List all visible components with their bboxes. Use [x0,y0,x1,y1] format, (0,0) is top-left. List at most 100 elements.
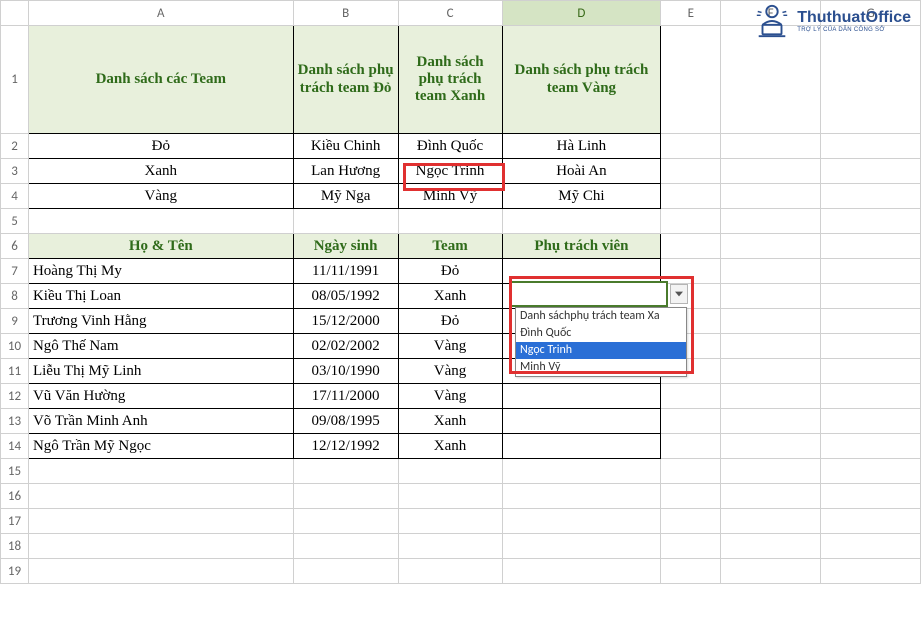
dropdown-option[interactable]: Danh sáchphụ trách team Xa [516,308,686,325]
row-header-13[interactable]: 13 [1,409,29,434]
cell-D3[interactable]: Hoài An [502,159,661,184]
cell-G17[interactable] [821,509,921,534]
cell-F15[interactable] [721,459,821,484]
cell-E15[interactable] [661,459,721,484]
cell-F9[interactable] [721,309,821,334]
cell-F14[interactable] [721,434,821,459]
cell-F3[interactable] [721,159,821,184]
cell-F7[interactable] [721,259,821,284]
cell-E18[interactable] [661,534,721,559]
cell-C17[interactable] [398,509,502,534]
cell-A6[interactable]: Họ & Tên [28,234,293,259]
cell-E19[interactable] [661,559,721,584]
cell-E14[interactable] [661,434,721,459]
cell-A2[interactable]: Đỏ [28,134,293,159]
row-header-17[interactable]: 17 [1,509,29,534]
cell-A18[interactable] [28,534,293,559]
cell-B16[interactable] [293,484,398,509]
cell-E5[interactable] [661,209,721,234]
cell-E4[interactable] [661,184,721,209]
cell-D16[interactable] [502,484,661,509]
cell-A15[interactable] [28,459,293,484]
data-validation-dropdown[interactable]: Danh sáchphụ trách team Xa Đình Quốc Ngọ… [515,307,687,377]
col-header-B[interactable]: B [293,1,398,26]
cell-C4[interactable]: Minh Vỹ [398,184,502,209]
cell-C12[interactable]: Vàng [398,384,502,409]
cell-B4[interactable]: Mỹ Nga [293,184,398,209]
cell-G10[interactable] [821,334,921,359]
col-header-A[interactable]: A [28,1,293,26]
cell-A3[interactable]: Xanh [28,159,293,184]
cell-G11[interactable] [821,359,921,384]
cell-C13[interactable]: Xanh [398,409,502,434]
cell-D18[interactable] [502,534,661,559]
cell-A17[interactable] [28,509,293,534]
cell-F5[interactable] [721,209,821,234]
cell-A16[interactable] [28,484,293,509]
cell-B17[interactable] [293,509,398,534]
cell-C15[interactable] [398,459,502,484]
cell-D15[interactable] [502,459,661,484]
cell-C1[interactable]: Danh sách phụ trách team Xanh [398,26,502,134]
cell-A4[interactable]: Vàng [28,184,293,209]
cell-F8[interactable] [721,284,821,309]
cell-G6[interactable] [821,234,921,259]
cell-A9[interactable]: Trương Vinh Hằng [28,309,293,334]
col-header-D[interactable]: D [502,1,661,26]
cell-C16[interactable] [398,484,502,509]
cell-C3[interactable]: Ngọc Trinh [398,159,502,184]
cell-A19[interactable] [28,559,293,584]
row-header-16[interactable]: 16 [1,484,29,509]
cell-D5[interactable] [502,209,661,234]
cell-E1[interactable] [661,26,721,134]
cell-C19[interactable] [398,559,502,584]
row-header-9[interactable]: 9 [1,309,29,334]
cell-C7[interactable]: Đỏ [398,259,502,284]
cell-G18[interactable] [821,534,921,559]
cell-A7[interactable]: Hoàng Thị My [28,259,293,284]
cell-C6[interactable]: Team [398,234,502,259]
cell-E17[interactable] [661,509,721,534]
cell-A8[interactable]: Kiều Thị Loan [28,284,293,309]
cell-D7[interactable] [502,259,661,284]
cell-B14[interactable]: 12/12/1992 [293,434,398,459]
cell-G3[interactable] [821,159,921,184]
cell-A14[interactable]: Ngô Trần Mỹ Ngọc [28,434,293,459]
cell-D12[interactable] [502,384,661,409]
cell-B3[interactable]: Lan Hương [293,159,398,184]
cell-B6[interactable]: Ngày sinh [293,234,398,259]
row-header-10[interactable]: 10 [1,334,29,359]
cell-F17[interactable] [721,509,821,534]
col-header-E[interactable]: E [661,1,721,26]
cell-G16[interactable] [821,484,921,509]
col-header-C[interactable]: C [398,1,502,26]
cell-D2[interactable]: Hà Linh [502,134,661,159]
cell-F4[interactable] [721,184,821,209]
dropdown-option[interactable]: Minh Vỹ [516,359,686,376]
row-header-1[interactable]: 1 [1,26,29,134]
cell-B5[interactable] [293,209,398,234]
cell-F11[interactable] [721,359,821,384]
cell-C9[interactable]: Đỏ [398,309,502,334]
cell-D1[interactable]: Danh sách phụ trách team Vàng [502,26,661,134]
cell-G13[interactable] [821,409,921,434]
cell-F13[interactable] [721,409,821,434]
row-header-12[interactable]: 12 [1,384,29,409]
cell-A11[interactable]: Liễu Thị Mỹ Linh [28,359,293,384]
row-header-15[interactable]: 15 [1,459,29,484]
cell-G9[interactable] [821,309,921,334]
select-all-corner[interactable] [1,1,29,26]
spreadsheet-grid[interactable]: A B C D E F G 1 Danh sách các Team Danh … [0,0,921,584]
cell-B12[interactable]: 17/11/2000 [293,384,398,409]
cell-E3[interactable] [661,159,721,184]
cell-C10[interactable]: Vàng [398,334,502,359]
cell-C2[interactable]: Đình Quốc [398,134,502,159]
row-header-8[interactable]: 8 [1,284,29,309]
row-header-19[interactable]: 19 [1,559,29,584]
cell-A1[interactable]: Danh sách các Team [28,26,293,134]
cell-B9[interactable]: 15/12/2000 [293,309,398,334]
cell-B10[interactable]: 02/02/2002 [293,334,398,359]
cell-B8[interactable]: 08/05/1992 [293,284,398,309]
cell-A5[interactable] [28,209,293,234]
dropdown-option[interactable]: Đình Quốc [516,325,686,342]
